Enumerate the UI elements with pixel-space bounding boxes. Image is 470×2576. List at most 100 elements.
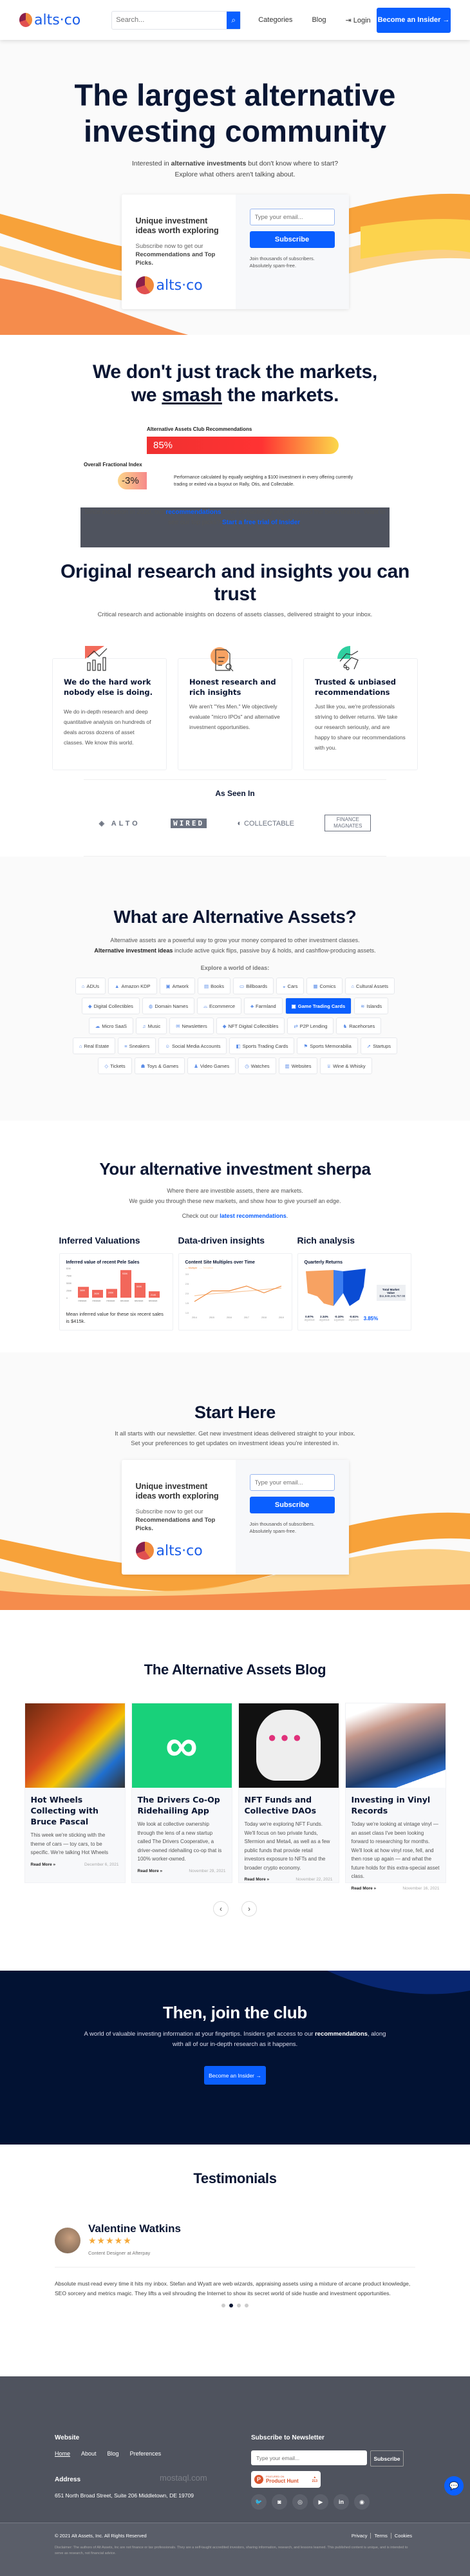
category-chip[interactable]: ☗ Toys & Games xyxy=(134,1057,185,1074)
y-tick-label: 1.0 xyxy=(185,1312,189,1314)
become-insider-button[interactable]: Become an Insider → xyxy=(204,2066,266,2085)
wired-logo: WIRED xyxy=(170,818,207,828)
category-chip[interactable]: ◧ Sports Trading Cards xyxy=(229,1037,295,1054)
carousel-dot[interactable] xyxy=(245,2304,249,2307)
category-icon: ◇ xyxy=(104,1063,109,1069)
category-chip[interactable]: ⚑ Sports Memorabilia xyxy=(297,1037,358,1054)
instagram-icon[interactable]: ◎ xyxy=(292,2494,308,2510)
category-chip[interactable]: ♣ Farmland xyxy=(244,998,283,1014)
terms-link[interactable]: Terms xyxy=(370,2533,391,2539)
research-title: Original research and insights you can t… xyxy=(60,561,410,605)
category-chip[interactable]: ⌂ ADUs xyxy=(75,978,106,994)
post-title[interactable]: Hot Wheels Collecting with Bruce Pascal xyxy=(31,1794,119,1827)
category-chip[interactable]: ☺ Social Media Accounts xyxy=(158,1037,227,1054)
bar-label: 930K xyxy=(122,1273,128,1275)
category-chip[interactable]: ◷ Watches xyxy=(238,1057,276,1074)
email-field[interactable] xyxy=(249,1474,335,1491)
privacy-link[interactable]: Privacy xyxy=(348,2533,371,2539)
become-insider-button[interactable]: Become an Insider → xyxy=(377,7,451,33)
category-chip[interactable]: ◇ Tickets xyxy=(98,1057,132,1074)
category-chip[interactable]: ⌂ Real Estate xyxy=(72,1037,116,1054)
youtube-icon[interactable]: ▶ xyxy=(313,2494,328,2510)
prev-arrow-icon[interactable]: ‹ xyxy=(213,1901,229,1917)
category-chip[interactable]: ♞ Racehorses xyxy=(336,1018,382,1034)
footer-link-home[interactable]: Home xyxy=(55,2450,70,2457)
category-icon: ♫ xyxy=(142,1023,146,1029)
chat-bubble-icon[interactable]: 💬 xyxy=(444,2476,464,2496)
blog-post-card[interactable]: Investing in Vinyl Records Today we're lo… xyxy=(344,1703,446,1891)
blog-post-card[interactable]: ● ● ● NFT Funds and Collective DAOs Today… xyxy=(238,1703,339,1883)
subscribe-button[interactable]: Subscribe xyxy=(249,231,335,248)
carousel-dot[interactable] xyxy=(221,2304,225,2307)
category-chip[interactable]: ▭ Billboards xyxy=(232,978,274,994)
footer-email-field[interactable] xyxy=(251,2450,367,2465)
free-trial-link[interactable]: Start a free trial of Insider xyxy=(222,519,300,526)
category-chip[interactable]: ♕ Wine & Whisky xyxy=(320,1057,372,1074)
next-arrow-icon[interactable]: › xyxy=(241,1901,257,1917)
category-chip[interactable]: ♟ Video Games xyxy=(187,1057,236,1074)
email-field[interactable] xyxy=(249,209,335,225)
category-chip[interactable]: ◆ NFT Digital Collectibles xyxy=(216,1018,285,1034)
category-chip[interactable]: ◍ Domain Names xyxy=(142,998,195,1014)
post-title[interactable]: The Drivers Co-Op Ridehailing App xyxy=(138,1794,226,1816)
nav-login[interactable]: ⇥ Login xyxy=(345,16,370,24)
alto-logo: ◈ ALTO xyxy=(99,819,140,828)
category-chip[interactable]: ▤ Books xyxy=(198,978,230,994)
carousel-dot[interactable] xyxy=(229,2304,233,2307)
category-icon: ➚ xyxy=(366,1043,371,1049)
start-here-section: Start Here It all starts with our newsle… xyxy=(0,1352,470,1610)
category-chip[interactable]: ▣ Game Trading Cards xyxy=(285,998,352,1014)
post-title[interactable]: Investing in Vinyl Records xyxy=(352,1794,440,1816)
category-chip[interactable]: ⌂ Cultural Assets xyxy=(344,978,395,994)
subscribe-button[interactable]: Subscribe xyxy=(249,1497,335,1513)
category-chip[interactable]: ▲ Amazon KDP xyxy=(108,978,157,994)
cookies-link[interactable]: Cookies xyxy=(390,2533,415,2539)
category-chip[interactable]: ⌓ Ecommerce xyxy=(197,998,242,1014)
category-chip[interactable]: ⇄ P2P Lending xyxy=(287,1018,334,1034)
category-chip[interactable]: ▣ Artwork xyxy=(159,978,196,994)
category-label: Video Games xyxy=(200,1063,230,1069)
trend-line xyxy=(194,1287,281,1296)
blog-post-card[interactable]: ∞ The Drivers Co-Op Ridehailing App We lo… xyxy=(131,1703,232,1883)
search-input[interactable] xyxy=(112,11,227,29)
footer-link-about[interactable]: About xyxy=(81,2450,97,2457)
category-chip[interactable]: ☁ Micro SaaS xyxy=(88,1018,134,1034)
category-label: Real Estate xyxy=(84,1043,109,1049)
twitter-icon[interactable]: 🐦 xyxy=(251,2494,267,2510)
category-chip[interactable]: ◒ Cars xyxy=(276,978,305,994)
category-icon: ♞ xyxy=(343,1023,348,1029)
search-button[interactable]: ⌕ xyxy=(227,11,241,29)
post-title[interactable]: NFT Funds and Collective DAOs xyxy=(245,1794,333,1816)
category-chip[interactable]: ➚ Startups xyxy=(360,1037,398,1054)
category-chip[interactable]: ▥ Websites xyxy=(278,1057,318,1074)
discord-icon[interactable]: ◙ xyxy=(272,2494,287,2510)
subscribe-card: Unique investment ideas worth exploring … xyxy=(121,1460,349,1575)
latest-recommendations-link[interactable]: latest recommendations xyxy=(220,1213,287,1219)
read-more-link[interactable]: Read More » xyxy=(31,1862,56,1867)
blog-post-card[interactable]: Hot Wheels Collecting with Bruce Pascal T… xyxy=(24,1703,126,1883)
logo[interactable]: alts·co xyxy=(19,12,80,28)
shot-caption: Mean inferred value for these six recent… xyxy=(66,1311,164,1324)
category-chip[interactable]: ♫ Music xyxy=(136,1018,167,1034)
category-chip[interactable]: ▦ Comics xyxy=(306,978,343,994)
footer-subscribe-button[interactable]: Subscribe xyxy=(370,2450,404,2467)
category-icon: ◒ xyxy=(283,983,286,989)
category-chip[interactable]: ✉ Newsletters xyxy=(169,1018,214,1034)
nav-categories[interactable]: Categories xyxy=(258,16,292,24)
category-chip[interactable]: ◆ Digital Collectibles xyxy=(81,998,140,1014)
read-more-link[interactable]: Read More » xyxy=(352,1886,377,1891)
footer-link-blog[interactable]: Blog xyxy=(108,2450,119,2457)
nav-blog[interactable]: Blog xyxy=(312,16,326,24)
read-more-link[interactable]: Read More » xyxy=(138,1869,163,1873)
category-chip[interactable]: ≡ Sneakers xyxy=(118,1037,156,1054)
subscribe-card-text: Subscribe now to get our Recommendations… xyxy=(135,243,216,267)
category-chip[interactable]: ≋ Islands xyxy=(354,998,389,1014)
read-more-link[interactable]: Read More » xyxy=(245,1877,270,1882)
podcast-icon[interactable]: ◉ xyxy=(354,2494,370,2510)
recommendations-link[interactable]: recommendations xyxy=(165,509,221,516)
footer-link-preferences[interactable]: Preferences xyxy=(130,2450,162,2457)
carousel-dot[interactable] xyxy=(237,2304,241,2307)
product-hunt-badge[interactable]: P FEATURED ON Product Hunt ▲ 213 xyxy=(251,2471,321,2488)
linkedin-icon[interactable]: in xyxy=(334,2494,349,2510)
category-label: Newsletters xyxy=(182,1023,207,1029)
